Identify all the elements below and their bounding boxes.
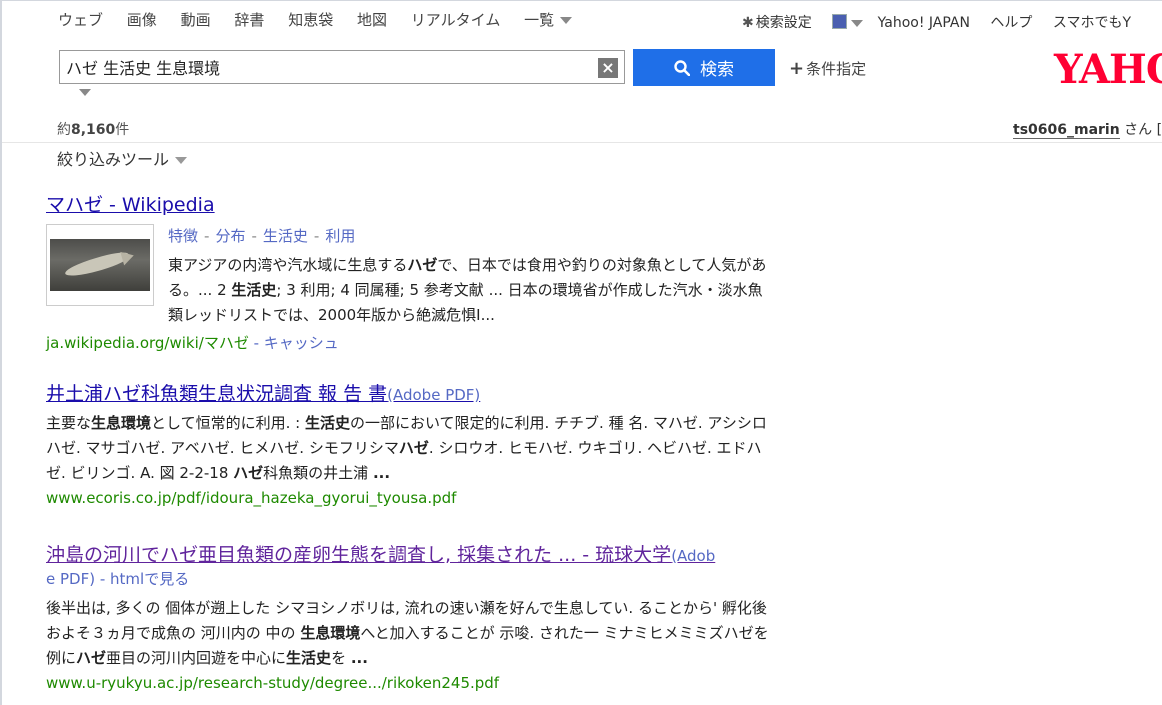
result-url-text: ja.wikipedia.org/wiki/マハゼ [46, 334, 249, 352]
result-title-text: 沖島の河川でハゼ亜目魚類の産卵生態を調査し, 採集された ... - 琉球大学 [46, 544, 672, 566]
search-settings-link[interactable]: ✱ 検索設定 [742, 15, 812, 31]
yahoo-japan-link[interactable]: Yahoo! JAPAN [878, 15, 970, 31]
search-button-label: 検索 [700, 60, 734, 80]
count-suffix: 件 [115, 122, 130, 138]
search-button[interactable]: 検索 [633, 49, 775, 86]
chevron-down-icon[interactable] [851, 19, 864, 27]
smartphone-link[interactable]: スマホでもY [1053, 15, 1131, 31]
tab-realtime[interactable]: リアルタイム [411, 11, 501, 29]
result-count: 約8,160件 [57, 119, 129, 139]
sublink-distribution[interactable]: 分布 [215, 227, 245, 245]
top-border [0, 0, 1162, 1]
fish-image [50, 239, 150, 291]
html-view-link[interactable]: e PDF) - htmlで見る [46, 568, 189, 589]
search-settings-label: 検索設定 [755, 15, 812, 31]
yahoo-logo[interactable]: YAHOO [1054, 46, 1162, 93]
search-input[interactable] [66, 57, 586, 77]
pdf-tag: (Adobe PDF) [387, 386, 481, 404]
assist-toggle-icon[interactable] [79, 89, 91, 96]
user-suffix: さん [ ロ [1124, 122, 1162, 138]
result-title-text: 井土浦ハゼ科魚類生息状況調査 報 告 書 [46, 383, 388, 405]
fish-tail [120, 248, 136, 266]
result-url: www.ecoris.co.jp/pdf/idoura_hazeka_gyoru… [46, 489, 457, 507]
cache-link[interactable]: - キャッシュ [254, 334, 339, 352]
tab-images[interactable]: 画像 [127, 11, 157, 29]
user-info: ts0606_marin さん [ ロ [1013, 119, 1162, 139]
separator: - [204, 227, 210, 245]
pdf-tag: (Adob [671, 547, 716, 565]
result-sublinks: 特徴 - 分布 - 生活史 - 利用 [168, 225, 355, 246]
tab-web[interactable]: ウェブ [58, 11, 103, 29]
count-number: 8,160 [71, 122, 116, 138]
divider [2, 142, 1162, 143]
right-nav: ✱ 検索設定 Yahoo! JAPAN ヘルプ スマホでもY [742, 12, 1147, 32]
gear-icon: ✱ [742, 15, 754, 31]
tab-dictionary[interactable]: 辞書 [234, 11, 264, 29]
result-snippet: 東アジアの内湾や汽水域に生息するハゼで、日本では食用や釣りの対象魚として人気があ… [168, 256, 767, 324]
search-box: × [59, 50, 625, 84]
chevron-down-icon [175, 157, 188, 164]
tab-more-label: 一覧 [524, 11, 555, 29]
search-conditions-label: 条件指定 [806, 60, 867, 78]
tab-more[interactable]: 一覧 [524, 11, 573, 29]
vertical-nav: ウェブ 画像 動画 辞書 知恵袋 地図 リアルタイム 一覧 [58, 9, 573, 30]
result-snippet: 主要な生息環境として恒常的に利用. : 生活史の一部において限定的に利用. チチ… [46, 414, 767, 482]
tab-map[interactable]: 地図 [357, 11, 387, 29]
filter-tools-button[interactable]: 絞り込みツール [57, 146, 188, 170]
result-title-link[interactable]: 沖島の河川でハゼ亜目魚類の産卵生態を調査し, 採集された ... - 琉球大学(… [46, 540, 715, 567]
sublink-life-history[interactable]: 生活史 [263, 227, 308, 245]
chevron-down-icon [560, 17, 573, 24]
username-link[interactable]: ts0606_marin [1013, 122, 1120, 139]
help-link[interactable]: ヘルプ [990, 15, 1032, 31]
result-url: www.u-ryukyu.ac.jp/research-study/degree… [46, 674, 500, 692]
separator: - [313, 227, 320, 245]
result-snippet: 後半出は, 多くの 個体が遡上した シマヨシノボリは, 流れの速い瀬を好んで生息… [46, 599, 769, 667]
filter-tools-label: 絞り込みツール [57, 150, 170, 169]
count-prefix: 約 [57, 122, 71, 138]
result-url: ja.wikipedia.org/wiki/マハゼ - キャッシュ [46, 332, 339, 353]
left-border [0, 0, 2, 705]
separator: - [251, 227, 257, 245]
search-icon [674, 59, 690, 76]
search-conditions-link[interactable]: + 条件指定 [789, 58, 866, 79]
plus-icon: + [789, 58, 805, 79]
window-icon[interactable] [832, 14, 848, 29]
result-thumbnail[interactable] [46, 224, 154, 306]
sublink-features[interactable]: 特徴 [168, 227, 198, 245]
tab-chiebukuro[interactable]: 知恵袋 [288, 11, 333, 29]
clear-button[interactable]: × [598, 58, 618, 78]
result-title-link[interactable]: 井土浦ハゼ科魚類生息状況調査 報 告 書(Adobe PDF) [46, 379, 480, 406]
tab-video[interactable]: 動画 [181, 11, 211, 29]
result-title-link[interactable]: マハゼ - Wikipedia [46, 190, 215, 217]
sublink-usage[interactable]: 利用 [325, 227, 355, 245]
cache-label: キャッシュ [263, 334, 339, 352]
